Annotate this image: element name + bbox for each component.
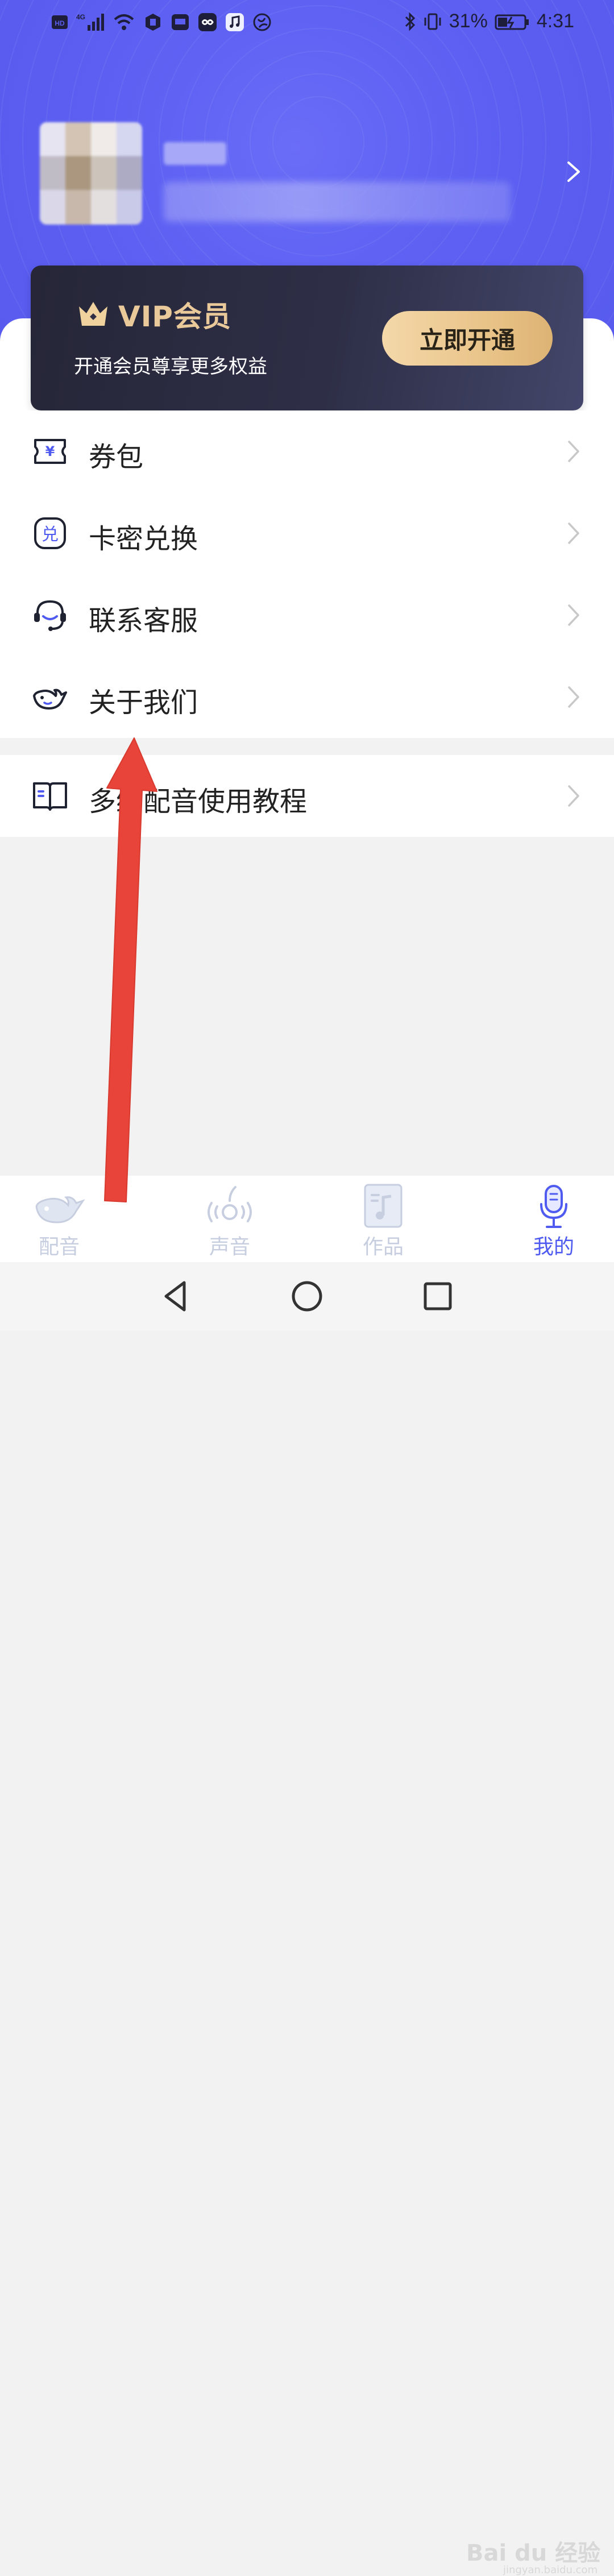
book-icon [33,782,67,811]
menu-item-coupons[interactable]: ¥ 券包 [0,410,614,492]
microphone-icon [540,1185,567,1228]
headset-icon [34,600,66,631]
status-left-icons: HD 4G [51,13,272,32]
notification-icon [146,14,160,31]
infinity-app-icon [198,13,217,31]
4g-signal-icon: 4G [76,13,104,31]
coupon-icon: ¥ [34,439,66,464]
wifi-icon [114,14,134,30]
chevron-right-icon [568,686,579,708]
home-icon[interactable] [289,1278,325,1314]
music-app-icon [226,13,244,31]
section-divider [0,738,614,755]
chevron-right-icon [568,604,579,626]
menu-item-label: 券包 [89,441,144,473]
clock: 4:31 [536,10,574,32]
tab-voices[interactable]: 声音 [173,1176,287,1262]
watermark: Bai du 经验 [466,2540,601,2566]
svg-text:兑: 兑 [42,525,59,545]
bottom-tab-bar: 配音 声音 作品 我的 [0,1176,614,1262]
tab-label: 作品 [362,1235,404,1259]
vip-subtitle: 开通会员尊享更多权益 [74,355,267,378]
recents-icon[interactable] [420,1278,456,1314]
chevron-right-icon [568,522,579,544]
hd-icon: HD [52,15,68,29]
huawei-icon [172,14,189,30]
battery-percent: 31% [449,10,488,32]
tab-label: 声音 [209,1235,250,1259]
music-file-icon [364,1184,403,1228]
crown-icon [79,302,107,326]
user-name-blurred [164,142,226,165]
activate-vip-button[interactable]: 立即开通 [382,311,553,366]
menu-item-label: 多给配音使用教程 [89,786,308,818]
tab-label: 配音 [38,1235,80,1259]
redeem-icon: 兑 [34,517,66,549]
sound-icon [208,1186,252,1222]
status-right-icons: 31% 4:31 [404,10,574,32]
system-navigation-bar: Bai du 经验 jingyan.baidu.com [0,1262,614,2576]
svg-text:4G: 4G [76,13,85,21]
whale-icon [33,688,67,710]
menu-item-label: 卡密兑换 [89,523,198,555]
watermark-url: jingyan.baidu.com [503,2564,598,2576]
vip-card[interactable]: VIP会员 开通会员尊享更多权益 立即开通 [31,266,583,410]
menu-item-about-us[interactable]: 关于我们 [0,656,614,738]
profile-chevron-icon[interactable] [564,160,583,183]
svg-text:¥: ¥ [45,443,55,459]
bluetooth-icon [405,11,415,31]
whale-icon [35,1196,85,1223]
battery-icon [495,14,529,30]
status-bar: HD 4G 31% 4:31 [0,0,614,45]
vip-title: VIP会员 [118,300,231,333]
menu-item-tutorial[interactable]: 多给配音使用教程 [0,755,614,837]
browser-icon [253,13,271,31]
menu-item-label: 联系客服 [89,605,198,637]
tab-dubbing[interactable]: 配音 [2,1176,116,1262]
avatar[interactable] [40,122,142,225]
chevron-right-icon [568,441,579,462]
menu-item-label: 关于我们 [89,687,198,719]
menu-item-customer-service[interactable]: 联系客服 [0,574,614,656]
user-id-blurred [164,182,511,222]
tab-works[interactable]: 作品 [326,1176,440,1262]
chevron-right-icon [568,785,579,807]
tab-mine[interactable]: 我的 [497,1176,611,1262]
menu-item-redeem[interactable]: 兑 卡密兑换 [0,492,614,574]
vibrate-icon [424,13,441,30]
svg-text:HD: HD [55,19,65,27]
tab-label: 我的 [533,1235,574,1259]
back-icon[interactable] [158,1278,194,1314]
